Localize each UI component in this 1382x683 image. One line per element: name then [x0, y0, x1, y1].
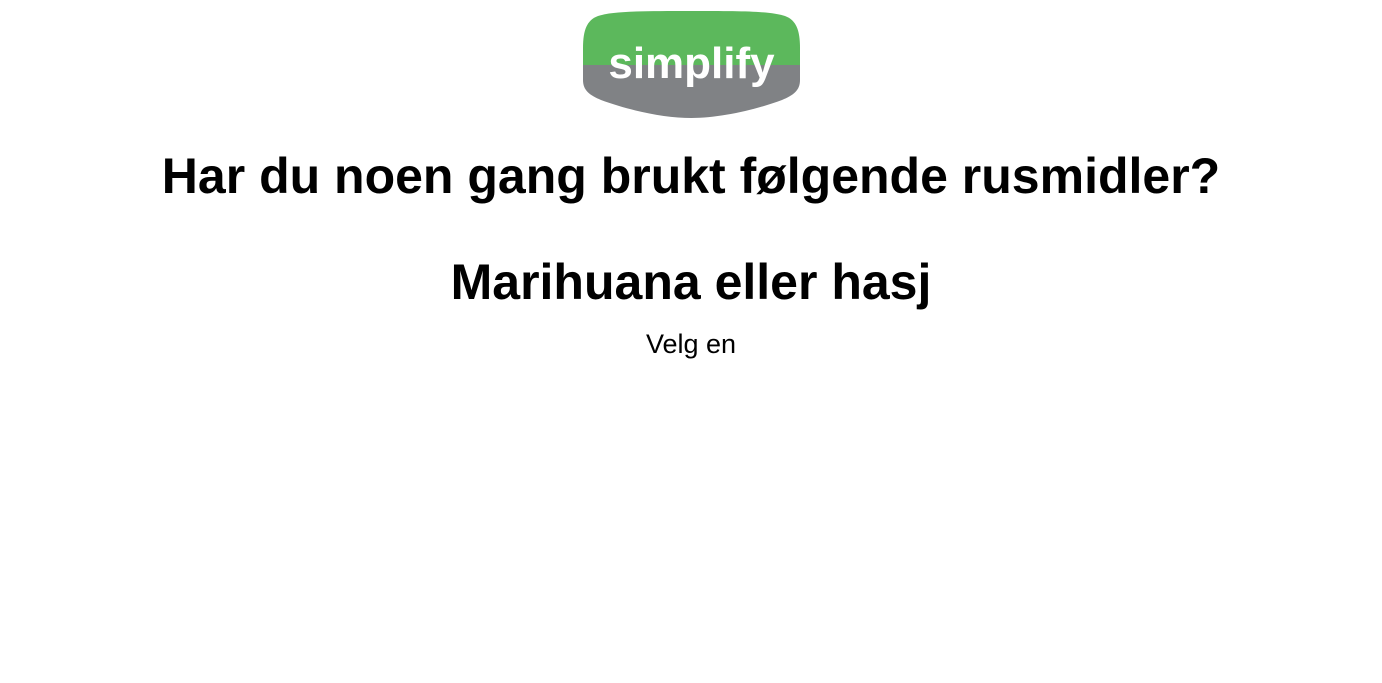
simplify-logo: simplify	[583, 10, 800, 120]
logo-text: simplify	[608, 39, 775, 88]
substance-title: Marihuana eller hasj	[450, 254, 932, 310]
logo-badge: simplify	[583, 11, 800, 118]
question-title: Har du noen gang brukt følgende rusmidle…	[161, 148, 1221, 204]
select-hint: Velg en	[645, 329, 737, 359]
